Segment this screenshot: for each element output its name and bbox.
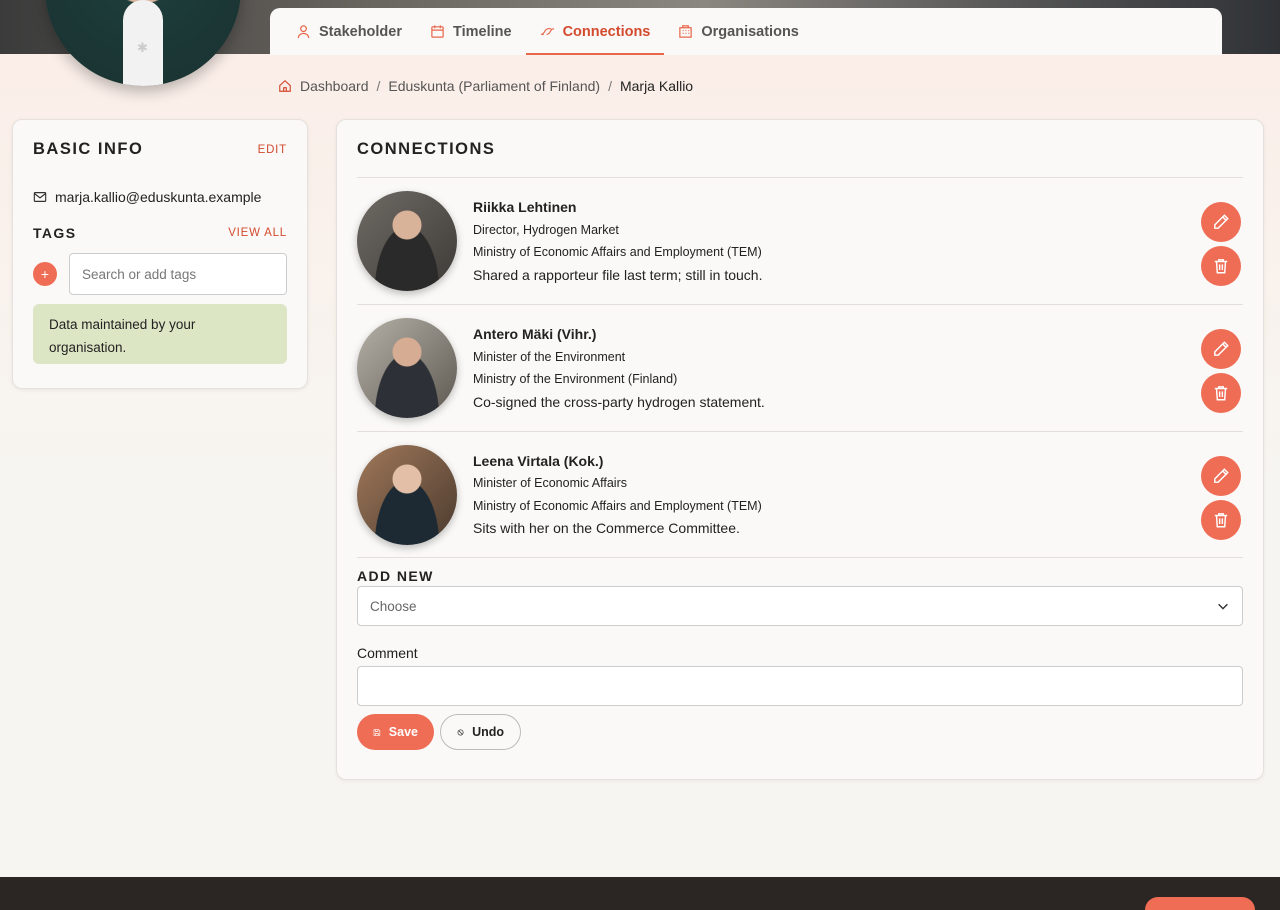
- email-row: marja.kallio@eduskunta.example: [33, 189, 287, 205]
- save-button[interactable]: Save: [357, 714, 434, 750]
- select-value: Choose: [370, 598, 417, 614]
- delete-connection-button[interactable]: [1201, 373, 1241, 413]
- connection-photo: [357, 444, 457, 545]
- edit-connection-button[interactable]: [1201, 329, 1241, 369]
- connection-role: Minister of the Environment: [473, 349, 626, 364]
- tab-timeline[interactable]: Timeline: [416, 8, 526, 55]
- edit-connection-button[interactable]: [1201, 202, 1241, 242]
- basic-info-title: BASIC INFO: [33, 140, 144, 158]
- tag-search-input[interactable]: [69, 253, 287, 295]
- save-label: Save: [388, 725, 418, 739]
- connection-name: Antero Mäki (Vihr.): [473, 326, 597, 342]
- trash-icon: [1214, 386, 1228, 401]
- connections-icon: [540, 28, 554, 35]
- breadcrumb: Dashboard / Eduskunta (Parliament of Fin…: [278, 78, 693, 94]
- ban-icon: [457, 729, 464, 735]
- chevron-down-icon: [1218, 603, 1228, 610]
- plus-icon: +: [40, 266, 50, 282]
- connection-photo: [357, 318, 457, 418]
- connections-title: CONNECTIONS: [357, 140, 496, 158]
- connection-comment: Shared a rapporteur file last term; stil…: [473, 266, 763, 283]
- pencil-icon: [1214, 468, 1229, 483]
- comment-label: Comment: [357, 645, 418, 661]
- connection-role: Director, Hydrogen Market: [473, 222, 619, 237]
- connection-item: Riikka Lehtinen Director, Hydrogen Marke…: [357, 177, 1243, 304]
- building-icon: [679, 25, 693, 38]
- tab-label: Connections: [562, 23, 651, 40]
- footer-bar: [0, 877, 1280, 910]
- organisation-notice: Data maintained by your organisation.: [33, 304, 287, 364]
- tab-label: Organisations: [701, 23, 799, 40]
- breadcrumb-parliament[interactable]: Eduskunta (Parliament of Finland): [388, 78, 600, 94]
- connection-photo: [357, 191, 457, 291]
- delete-connection-button[interactable]: [1201, 246, 1241, 286]
- connection-organisation: Ministry of Economic Affairs and Employm…: [473, 498, 762, 513]
- connection-select[interactable]: Choose: [357, 586, 1243, 626]
- undo-label: Undo: [472, 725, 504, 739]
- breadcrumb-separator: /: [608, 78, 612, 94]
- email-text: marja.kallio@eduskunta.example: [55, 189, 262, 205]
- mail-icon: [33, 192, 47, 202]
- tab-organisations[interactable]: Organisations: [664, 8, 813, 55]
- connection-name: Riikka Lehtinen: [473, 199, 577, 215]
- connection-comment: Sits with her on the Commerce Committee.: [473, 520, 740, 536]
- connection-organisation: Ministry of the Environment (Finland): [473, 372, 678, 386]
- breadcrumb-separator: /: [376, 78, 381, 94]
- edit-link[interactable]: EDIT: [258, 144, 287, 156]
- add-new-title: ADD NEW: [357, 568, 434, 584]
- pencil-icon: [1214, 341, 1229, 356]
- home-icon: [279, 79, 291, 92]
- connections-list: Riikka Lehtinen Director, Hydrogen Marke…: [357, 177, 1243, 558]
- tab-label: Stakeholder: [319, 23, 402, 40]
- delete-connection-button[interactable]: [1201, 500, 1241, 540]
- trash-icon: [1214, 513, 1228, 528]
- trash-icon: [1214, 259, 1228, 274]
- pencil-icon: [1214, 214, 1229, 229]
- basic-info-card: BASIC INFO EDIT marja.kallio@eduskunta.e…: [12, 119, 308, 389]
- connection-item: Leena Virtala (Kok.) Minister of Economi…: [357, 431, 1243, 558]
- save-icon: [373, 728, 381, 736]
- connection-item: Antero Mäki (Vihr.) Minister of the Envi…: [357, 304, 1243, 431]
- connection-role: Minister of Economic Affairs: [473, 476, 627, 490]
- user-icon: [297, 25, 310, 39]
- connection-organisation: Ministry of Economic Affairs and Employm…: [473, 245, 762, 259]
- tags-title: TAGS: [33, 225, 77, 241]
- calendar-icon: [431, 25, 444, 38]
- tab-stakeholder[interactable]: Stakeholder: [282, 8, 416, 55]
- tab-bar: Stakeholder Timeline Connections Organis…: [270, 8, 1222, 55]
- tab-connections[interactable]: Connections: [525, 8, 665, 55]
- tab-label: Timeline: [453, 23, 512, 40]
- connection-name: Leena Virtala (Kok.): [473, 452, 604, 469]
- connections-card: CONNECTIONS Riikka Lehtinen Director, Hy…: [336, 119, 1264, 780]
- footer-button[interactable]: [1145, 897, 1255, 910]
- comment-input[interactable]: [357, 666, 1243, 706]
- edit-connection-button[interactable]: [1201, 456, 1241, 496]
- breadcrumb-current: Marja Kallio: [619, 78, 694, 94]
- undo-button[interactable]: Undo: [440, 714, 521, 750]
- connection-comment: Co-signed the cross-party hydrogen state…: [473, 393, 765, 410]
- add-tag-button[interactable]: +: [33, 262, 57, 286]
- view-all-link[interactable]: VIEW ALL: [228, 227, 287, 239]
- breadcrumb-dashboard[interactable]: Dashboard: [300, 78, 369, 94]
